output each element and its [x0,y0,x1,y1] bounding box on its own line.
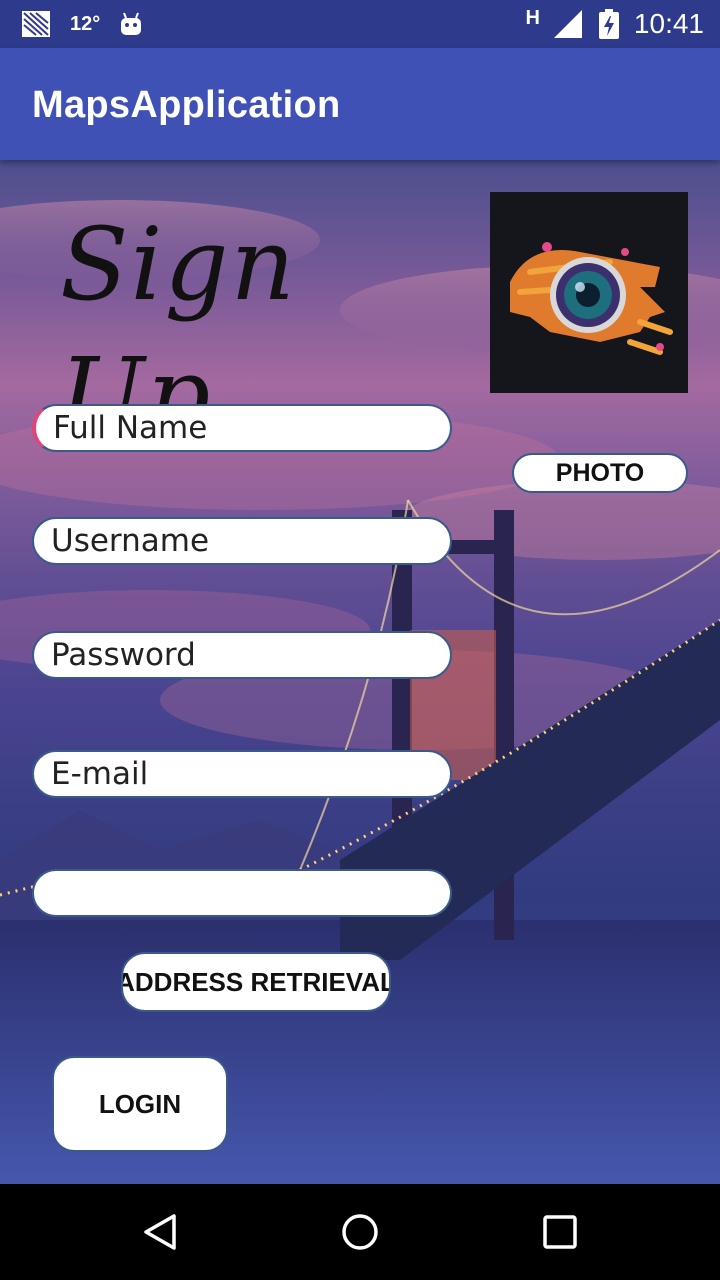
full-name-input[interactable]: Full Name [32,404,452,452]
signal-icon [553,10,582,38]
login-button[interactable]: LOGIN [52,1056,228,1152]
address-retrieval-button[interactable]: ADDRESS RETRIEVAL [121,952,391,1012]
photo-button[interactable]: PHOTO [512,453,688,493]
image-icon [22,11,50,37]
status-bar: 12° H 10:41 [0,0,720,48]
camera-lens-icon [510,242,673,355]
signup-title: Sign Up [60,206,297,453]
password-input[interactable]: Password [32,631,452,679]
navigation-bar [0,1184,720,1280]
clock-text: 10:41 [633,8,704,39]
temperature-text: 12° [70,12,101,35]
email-input[interactable]: E-mail [32,750,452,798]
username-input[interactable]: Username [32,517,452,565]
back-icon[interactable] [138,1210,182,1254]
home-icon[interactable] [338,1210,382,1254]
profile-photo-image [490,192,688,393]
app-title: MapsApplication [32,84,341,126]
address-input[interactable] [32,869,452,917]
android-icon [121,12,142,35]
signup-screen: Sign Up Full Name PHOTO Username Passwor… [0,160,720,1184]
app-bar: MapsApplication [0,48,720,160]
recents-icon[interactable] [538,1210,582,1254]
network-type-text: H [525,6,540,29]
battery-charging-icon [598,9,619,39]
